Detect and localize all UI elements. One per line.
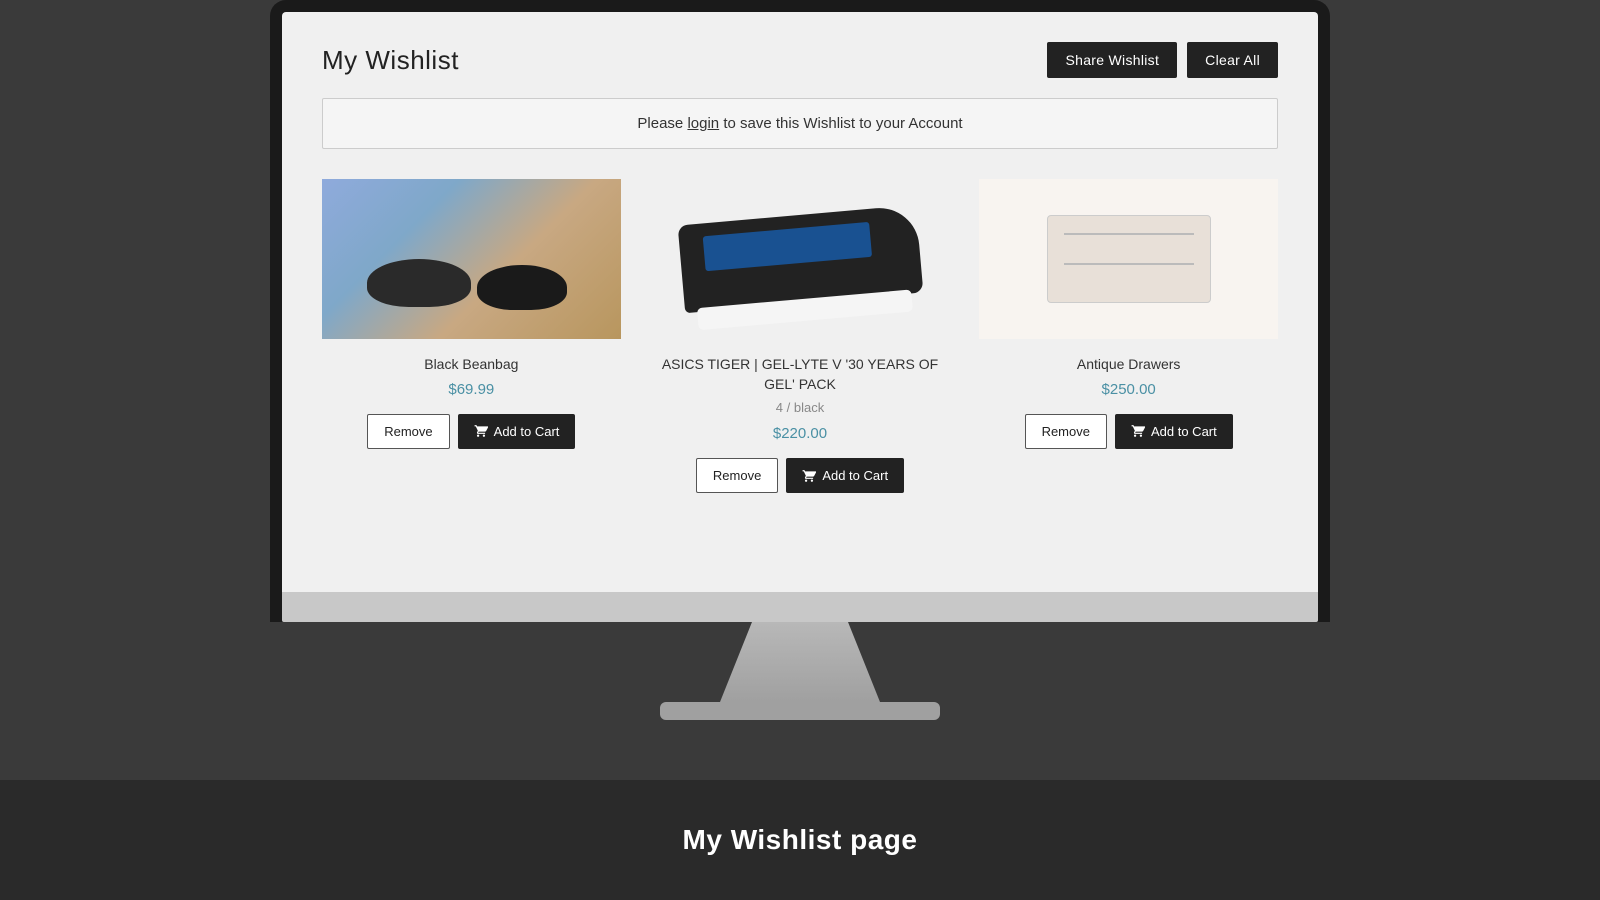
cart-icon-3 — [1131, 424, 1145, 438]
product-price-3: $250.00 — [1102, 381, 1156, 398]
header-buttons: Share Wishlist Clear All — [1047, 42, 1278, 78]
page-header: My Wishlist Share Wishlist Clear All — [322, 42, 1278, 78]
login-notice: Please login to save this Wishlist to yo… — [322, 98, 1278, 149]
product-name-1: Black Beanbag — [424, 355, 518, 375]
product-actions-2: Remove Add to Cart — [696, 458, 904, 493]
login-link[interactable]: login — [687, 115, 719, 132]
add-to-cart-button-2[interactable]: Add to Cart — [786, 458, 904, 493]
product-price-2: $220.00 — [773, 425, 827, 442]
product-card-3: Antique Drawers $250.00 Remove Add to Ca… — [979, 179, 1278, 493]
monitor-stand — [720, 622, 880, 702]
remove-button-1[interactable]: Remove — [367, 414, 449, 449]
product-image-beanbag — [322, 179, 621, 339]
product-name-2: ASICS TIGER | GEL-LYTE V '30 YEARS OF GE… — [651, 355, 950, 394]
cart-icon-2 — [802, 469, 816, 483]
share-wishlist-button[interactable]: Share Wishlist — [1047, 42, 1177, 78]
remove-button-2[interactable]: Remove — [696, 458, 778, 493]
monitor-foot — [660, 702, 940, 720]
product-price-1: $69.99 — [448, 381, 494, 398]
product-card-2: ASICS TIGER | GEL-LYTE V '30 YEARS OF GE… — [651, 179, 950, 493]
add-to-cart-button-3[interactable]: Add to Cart — [1115, 414, 1233, 449]
notice-suffix: to save this Wishlist to your Account — [719, 115, 962, 132]
drawer-unit — [1047, 215, 1211, 303]
add-to-cart-button-1[interactable]: Add to Cart — [458, 414, 576, 449]
bottom-bar: My Wishlist page — [0, 780, 1600, 900]
product-name-3: Antique Drawers — [1077, 355, 1181, 375]
product-image-drawers — [979, 179, 1278, 339]
drawers-image — [979, 179, 1278, 339]
bottom-label: My Wishlist page — [683, 824, 918, 856]
shoe-image — [651, 179, 950, 339]
remove-button-3[interactable]: Remove — [1025, 414, 1107, 449]
product-actions-3: Remove Add to Cart — [1025, 414, 1233, 449]
product-actions-1: Remove Add to Cart — [367, 414, 575, 449]
beanbag-image — [322, 179, 621, 339]
shoe-shape — [677, 205, 923, 313]
product-variant-2: 4 / black — [776, 400, 824, 415]
products-grid: Black Beanbag $69.99 Remove Add to Cart — [322, 179, 1278, 493]
clear-all-button[interactable]: Clear All — [1187, 42, 1278, 78]
product-card-1: Black Beanbag $69.99 Remove Add to Cart — [322, 179, 621, 493]
cart-icon-1 — [474, 424, 488, 438]
product-image-shoe — [651, 179, 950, 339]
monitor-base-top — [282, 592, 1318, 622]
page-title: My Wishlist — [322, 45, 459, 76]
notice-prefix: Please — [637, 115, 687, 132]
